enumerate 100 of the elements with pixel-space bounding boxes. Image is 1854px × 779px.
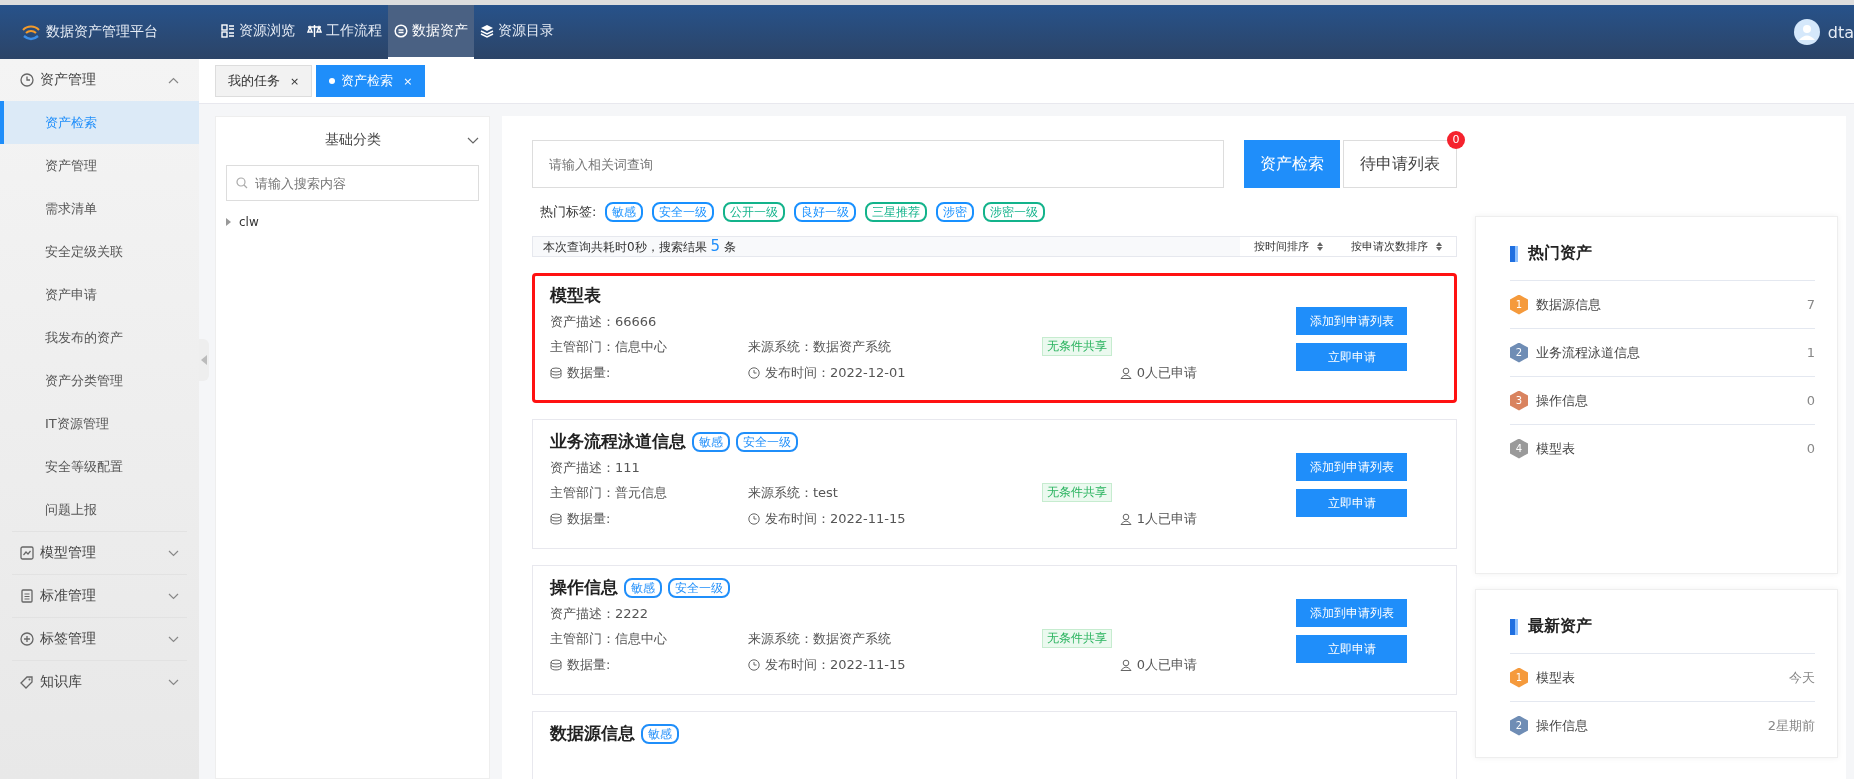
menu-item[interactable]: 问题上报 xyxy=(0,488,199,531)
asset-title[interactable]: 业务流程泳道信息 xyxy=(550,430,686,453)
asset-title[interactable]: 操作信息 xyxy=(550,576,618,599)
menu-item[interactable]: 资产管理 xyxy=(0,144,199,187)
database-icon xyxy=(550,659,562,671)
search-icon xyxy=(236,177,248,189)
menu-group[interactable]: 资产管理 xyxy=(0,59,199,101)
source-system-text: 来源系统：test xyxy=(748,483,839,502)
tag: 安全一级 xyxy=(736,431,798,452)
ranking-item[interactable]: 3 操作信息 0 xyxy=(1510,377,1815,425)
tag: 敏感 xyxy=(641,723,679,744)
chevron-icon xyxy=(168,76,179,84)
nav-tab[interactable]: 资源目录 xyxy=(474,5,560,59)
sort-icon xyxy=(1317,242,1323,251)
title-marker-icon xyxy=(1510,245,1518,262)
asset-name: 模型表 xyxy=(1536,668,1576,687)
count-badge: 0 xyxy=(1447,131,1465,149)
tag: 敏感 xyxy=(692,431,730,452)
menu-group[interactable]: 标签管理 xyxy=(12,617,187,660)
ranking-item[interactable]: 2 业务流程泳道信息 1 xyxy=(1510,329,1815,377)
scale-icon xyxy=(307,24,322,38)
plus-circle-icon xyxy=(20,632,34,646)
clock-icon xyxy=(748,659,760,671)
result-summary: 本次查询共耗时0秒，搜索结果 5 条 xyxy=(543,237,736,256)
ranking-item[interactable]: 4 模型表 0 xyxy=(1510,425,1815,472)
asset-title[interactable]: 数据源信息 xyxy=(550,722,635,745)
user-name[interactable]: dta xyxy=(1827,22,1854,42)
nav-tab[interactable]: 工作流程 xyxy=(301,5,388,59)
ranking-value: 7 xyxy=(1806,297,1815,312)
menu-item[interactable]: 安全定级关联 xyxy=(0,230,199,273)
department-text: 主管部门：普元信息 xyxy=(550,483,668,502)
asset-name: 业务流程泳道信息 xyxy=(1536,343,1641,362)
sort-button[interactable]: 按申请次数排序 xyxy=(1337,237,1456,256)
menu-item[interactable]: 资产分类管理 xyxy=(0,359,199,402)
collapse-handle[interactable] xyxy=(199,339,209,381)
menu-item[interactable]: 需求清单 xyxy=(0,187,199,230)
chevron-down-icon[interactable] xyxy=(467,137,479,144)
menu-group[interactable]: 标准管理 xyxy=(12,574,187,617)
avatar-icon[interactable] xyxy=(1793,19,1820,45)
publish-time-text: 发布时间：2022-12-01 xyxy=(765,364,906,382)
search-field[interactable]: 请输入相关词查询 xyxy=(532,140,1224,188)
chevron-icon xyxy=(168,592,179,600)
applicant-count: 1人已申请 xyxy=(1136,510,1197,528)
tag: 安全一级 xyxy=(668,577,730,598)
title-marker-icon xyxy=(1510,618,1518,635)
clock-icon xyxy=(748,513,760,525)
share-tag: 无条件共享 xyxy=(1042,629,1112,648)
tree-node[interactable]: clw xyxy=(226,215,479,229)
menu-item[interactable]: 我发布的资产 xyxy=(0,316,199,359)
rank-badge: 2 xyxy=(1510,342,1528,363)
ranking-value: 2星期前 xyxy=(1767,716,1815,735)
asset-name: 操作信息 xyxy=(1536,716,1589,735)
menu-group-label: 标准管理 xyxy=(40,587,97,605)
tag-icon xyxy=(20,675,34,689)
clock-icon xyxy=(748,367,760,379)
tag: 敏感 xyxy=(624,577,662,598)
menu-group[interactable]: 模型管理 xyxy=(12,531,187,574)
department-text: 主管部门：信息中心 xyxy=(550,629,668,648)
user-icon xyxy=(1119,513,1132,525)
menu-item[interactable]: 安全等级配置 xyxy=(0,445,199,488)
document-icon xyxy=(20,589,34,603)
ranking-item[interactable]: 1 模型表 今天 xyxy=(1510,654,1815,702)
publish-time-text: 发布时间：2022-11-15 xyxy=(765,510,906,528)
panel-title: 基础分类 xyxy=(324,131,381,149)
rank-badge: 2 xyxy=(1510,715,1528,736)
asset-name: 模型表 xyxy=(1536,439,1576,458)
asset-name: 数据源信息 xyxy=(1536,295,1602,314)
asset-title[interactable]: 模型表 xyxy=(550,284,601,307)
search-field[interactable]: 请输入搜索内容 xyxy=(226,165,479,201)
database-icon xyxy=(550,513,562,525)
user-icon xyxy=(1119,367,1132,379)
nav-tab[interactable]: 数据资产 xyxy=(388,5,474,59)
app-title: 数据资产管理平台 xyxy=(46,23,158,41)
rank-badge: 4 xyxy=(1510,438,1528,459)
user-icon xyxy=(1119,659,1132,671)
menu-group-label: 资产管理 xyxy=(40,71,97,89)
asset-description: 资产描述：111 xyxy=(550,459,641,477)
menu-group-label: 知识库 xyxy=(40,673,83,691)
nav-tab[interactable]: 资源浏览 xyxy=(215,5,301,59)
menu-item[interactable]: IT资源管理 xyxy=(0,402,199,445)
rank-badge: 3 xyxy=(1510,390,1528,411)
department-text: 主管部门：信息中心 xyxy=(550,337,668,356)
menu-item[interactable]: 资产申请 xyxy=(0,273,199,316)
menu-group-label: 标签管理 xyxy=(40,630,97,648)
ranking-item[interactable]: 1 数据源信息 7 xyxy=(1510,281,1815,329)
sort-button[interactable]: 按时间排序 xyxy=(1240,237,1337,256)
rank-badge: 1 xyxy=(1510,294,1528,315)
ranking-item[interactable]: 2 操作信息 2星期前 xyxy=(1510,702,1815,749)
close-icon[interactable]: × xyxy=(290,74,300,88)
ranking-value: 0 xyxy=(1806,441,1815,456)
menu-group[interactable]: 知识库 xyxy=(12,660,187,703)
sort-icon xyxy=(1436,242,1442,251)
data-volume-text: 数据量: xyxy=(567,510,611,528)
publish-time-text: 发布时间：2022-11-15 xyxy=(765,656,906,674)
chevron-icon xyxy=(168,678,179,686)
card-title: 热门资产 xyxy=(1528,243,1592,264)
data-volume-text: 数据量: xyxy=(567,364,611,382)
chat-icon xyxy=(394,24,408,38)
page-tab[interactable]: 我的任务 × xyxy=(215,65,313,97)
rank-badge: 1 xyxy=(1510,667,1528,688)
